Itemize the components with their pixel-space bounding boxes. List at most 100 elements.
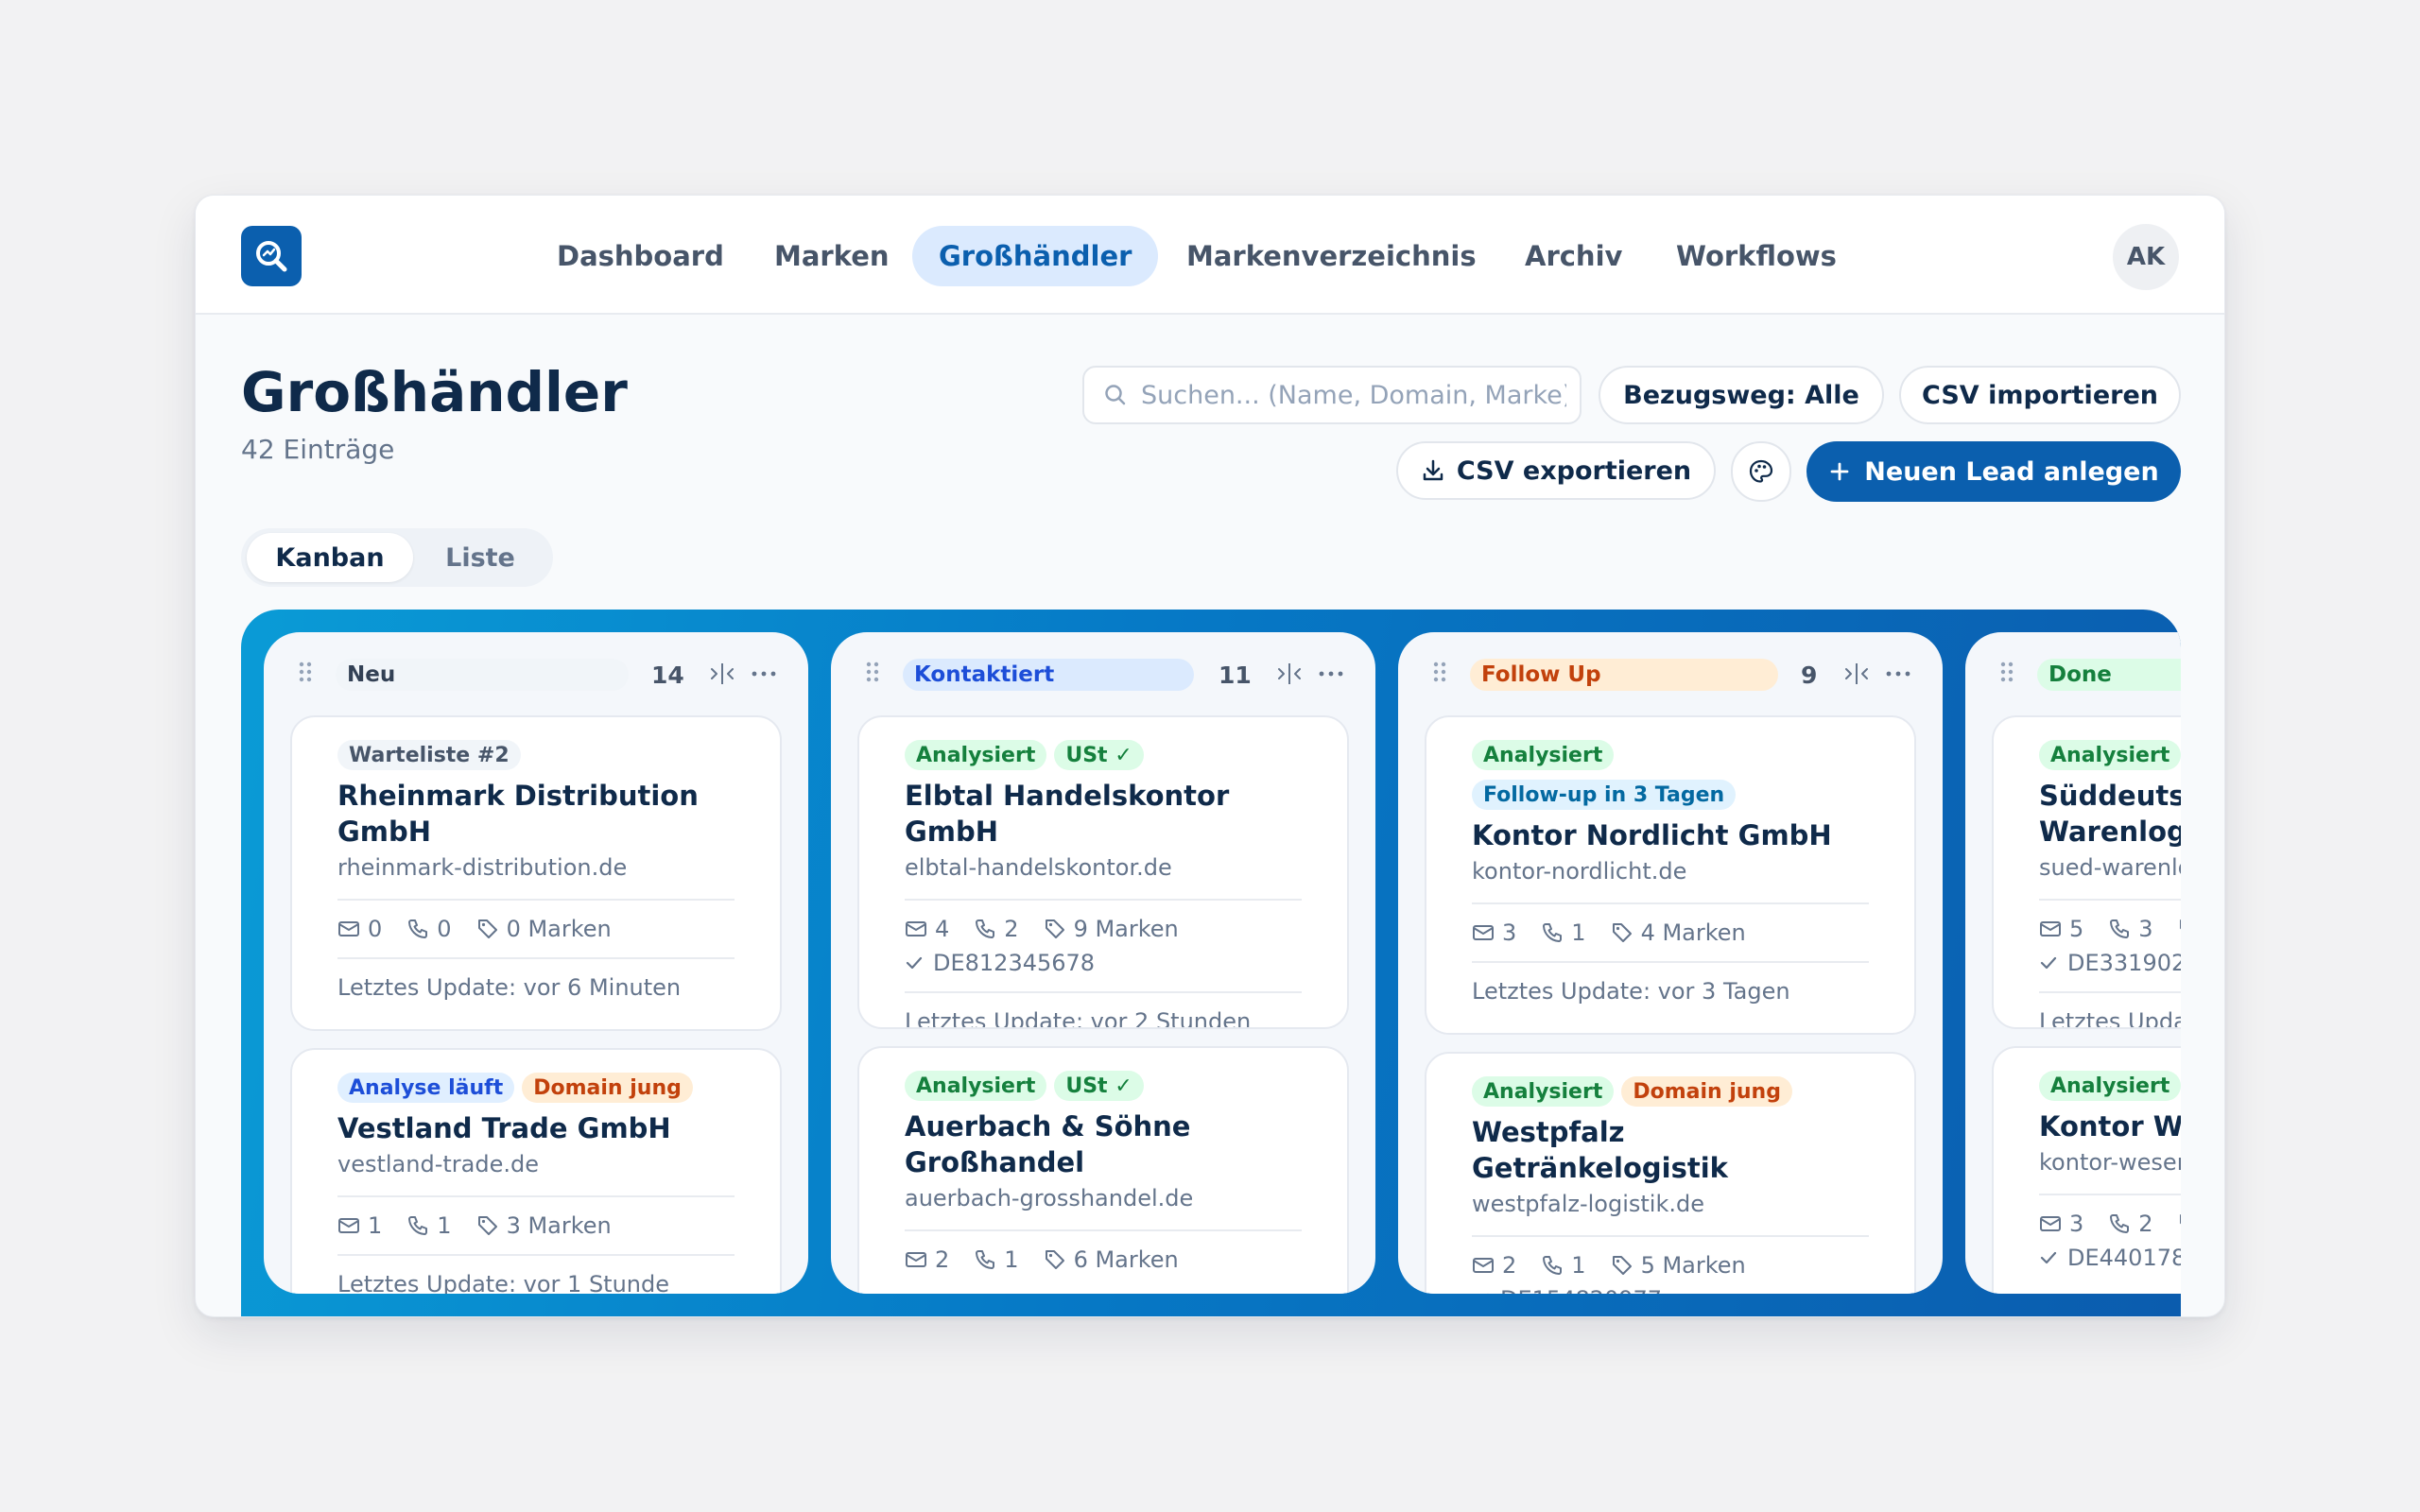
collapse-icon[interactable] — [1275, 661, 1304, 687]
card-stats: 3 1 4 Marken — [1472, 918, 1869, 948]
status-badge: Analysiert — [1472, 1076, 1615, 1107]
mail-icon — [2039, 1214, 2062, 1233]
vat-row: DE440178 — [2039, 1243, 2181, 1273]
follow-up-badge: Follow-up in 3 Tagen — [1472, 780, 1737, 810]
card-stats: 4 2 9 Marken — [905, 914, 1302, 944]
call-count: 0 — [437, 916, 452, 942]
call-count: 1 — [437, 1212, 452, 1239]
column-header: Kontaktiert 11 — [831, 632, 1375, 706]
mail-icon — [2039, 919, 2062, 938]
email-count: 2 — [935, 1246, 950, 1273]
nav-archiv[interactable]: Archiv — [1498, 226, 1649, 286]
column-label: Neu — [336, 659, 629, 691]
brand-count: 3 Marken — [506, 1212, 612, 1239]
search-input[interactable] — [1141, 380, 1566, 410]
phone-icon — [1541, 1254, 1564, 1277]
drag-handle-icon[interactable] — [298, 661, 313, 683]
status-badge: Analyse läuft — [337, 1073, 515, 1103]
phone-icon — [406, 918, 429, 940]
nav-dashboard[interactable]: Dashboard — [530, 226, 751, 286]
more-options-icon[interactable] — [1317, 661, 1345, 687]
card-domain: elbtal-handelskontor.de — [905, 854, 1172, 881]
app-logo-icon[interactable] — [241, 226, 302, 286]
divider — [337, 1254, 735, 1256]
vat-row: DE154820977 — [1472, 1284, 1869, 1294]
mail-icon — [1472, 923, 1495, 942]
divider — [905, 991, 1302, 993]
column-neu: Neu 14 Warteliste #2 Rheinmark Distribut… — [264, 632, 808, 1294]
email-count: 4 — [935, 916, 950, 942]
status-badge: Analysiert — [905, 1071, 1047, 1101]
vat-badge: USt ✓ — [1054, 740, 1144, 770]
card-stats: 5 3 — [2039, 914, 2181, 944]
phone-icon — [2108, 918, 2131, 940]
call-count: 2 — [1004, 916, 1019, 942]
view-liste-tab[interactable]: Liste — [413, 533, 547, 582]
drag-handle-icon[interactable] — [1432, 661, 1447, 683]
card-domain: sued-warenlogistik.de — [2039, 854, 2181, 881]
column-label: Kontaktiert — [903, 659, 1194, 691]
card-stats: 0 0 0 Marken — [337, 914, 735, 944]
lead-card[interactable]: Analysiert USt ✓ Elbtal Handelskontor Gm… — [857, 715, 1349, 1029]
card-stats: 2 1 6 Marken — [905, 1245, 1302, 1275]
status-badge: Analysiert — [2039, 740, 2181, 770]
lead-card[interactable]: Analysiert Süddeutsche Warenlogistik sue… — [1992, 715, 2181, 1029]
lead-card[interactable]: Analysiert Follow-up in 3 Tagen Kontor N… — [1425, 715, 1916, 1035]
divider — [1472, 902, 1869, 904]
nav-grosshaendler[interactable]: Großhändler — [912, 226, 1159, 286]
nav-workflows[interactable]: Workflows — [1650, 226, 1863, 286]
collapse-icon[interactable] — [708, 661, 736, 687]
tag-icon — [476, 1214, 499, 1237]
column-follow-up: Follow Up 9 Analysiert Follow-up in 3 Ta… — [1398, 632, 1943, 1294]
phone-icon — [974, 1248, 996, 1271]
phone-icon — [406, 1214, 429, 1237]
lead-card[interactable]: Warteliste #2 Rheinmark Distribution Gmb… — [290, 715, 782, 1031]
card-stats: 1 1 3 Marken — [337, 1211, 735, 1241]
card-title: Süddeutsche Warenlogistik — [2039, 780, 2181, 848]
brand-count: 4 Marken — [1640, 919, 1746, 946]
mail-icon — [1472, 1256, 1495, 1275]
column-count: 14 — [651, 661, 684, 689]
lead-card[interactable]: Analysiert Domain jung Westpfalz Getränk… — [1425, 1052, 1916, 1294]
column-count: 9 — [1801, 661, 1818, 689]
last-update: Letztes Update: vor 1 Stunde — [337, 1271, 670, 1294]
card-title: Kontor Nordlicht GmbH — [1472, 819, 1832, 851]
filter-bezugsweg-button[interactable]: Bezugsweg: Alle — [1599, 366, 1884, 424]
lead-card[interactable]: Analysiert Kontor Weser kontor-weser.de … — [1992, 1046, 2181, 1294]
vat-badge: USt ✓ — [1054, 1071, 1144, 1101]
vat-id: DE331902 — [2067, 950, 2181, 976]
theme-button[interactable] — [1731, 441, 1791, 502]
last-update: Letztes Update: vor 2 Stunden — [905, 1008, 1252, 1029]
last-update: Letztes Update: vor 3 Tagen — [1472, 978, 1790, 1005]
tag-icon — [1044, 1248, 1066, 1271]
view-kanban-tab[interactable]: Kanban — [247, 533, 413, 582]
tag-icon — [1044, 918, 1066, 940]
card-title: Westpfalz Getränkelogistik — [1472, 1116, 1728, 1184]
search-box[interactable] — [1082, 366, 1582, 424]
call-count: 1 — [1571, 919, 1586, 946]
tag-icon — [2178, 918, 2181, 940]
collapse-icon[interactable] — [1842, 661, 1871, 687]
vat-row: DE331902 — [2039, 948, 2181, 978]
csv-export-button[interactable]: CSV exportieren — [1396, 441, 1716, 500]
lead-card[interactable]: Analyse läuft Domain jung Vestland Trade… — [290, 1048, 782, 1294]
lead-card[interactable]: Analysiert USt ✓ Auerbach & Söhne Großha… — [857, 1046, 1349, 1294]
email-count: 2 — [1502, 1252, 1517, 1279]
new-lead-button[interactable]: Neuen Lead anlegen — [1806, 441, 2181, 502]
drag-handle-icon[interactable] — [865, 661, 880, 683]
vat-id: DE812345678 — [933, 950, 1096, 976]
card-title: Auerbach & Söhne Großhandel — [905, 1110, 1191, 1178]
download-icon — [1421, 458, 1445, 483]
user-avatar[interactable]: AK — [2113, 224, 2179, 290]
divider — [2039, 991, 2181, 993]
brand-count: 9 Marken — [1073, 916, 1179, 942]
phone-icon — [1541, 921, 1564, 944]
kanban-board: Neu 14 Warteliste #2 Rheinmark Distribut… — [241, 610, 2181, 1316]
more-options-icon[interactable] — [1884, 661, 1912, 687]
vat-row: DE812345678 — [905, 948, 1302, 978]
drag-handle-icon[interactable] — [1999, 661, 2014, 683]
csv-import-button[interactable]: CSV importieren — [1899, 366, 2181, 424]
nav-markenverzeichnis[interactable]: Markenverzeichnis — [1160, 226, 1503, 286]
nav-marken[interactable]: Marken — [748, 226, 916, 286]
more-options-icon[interactable] — [750, 661, 778, 687]
